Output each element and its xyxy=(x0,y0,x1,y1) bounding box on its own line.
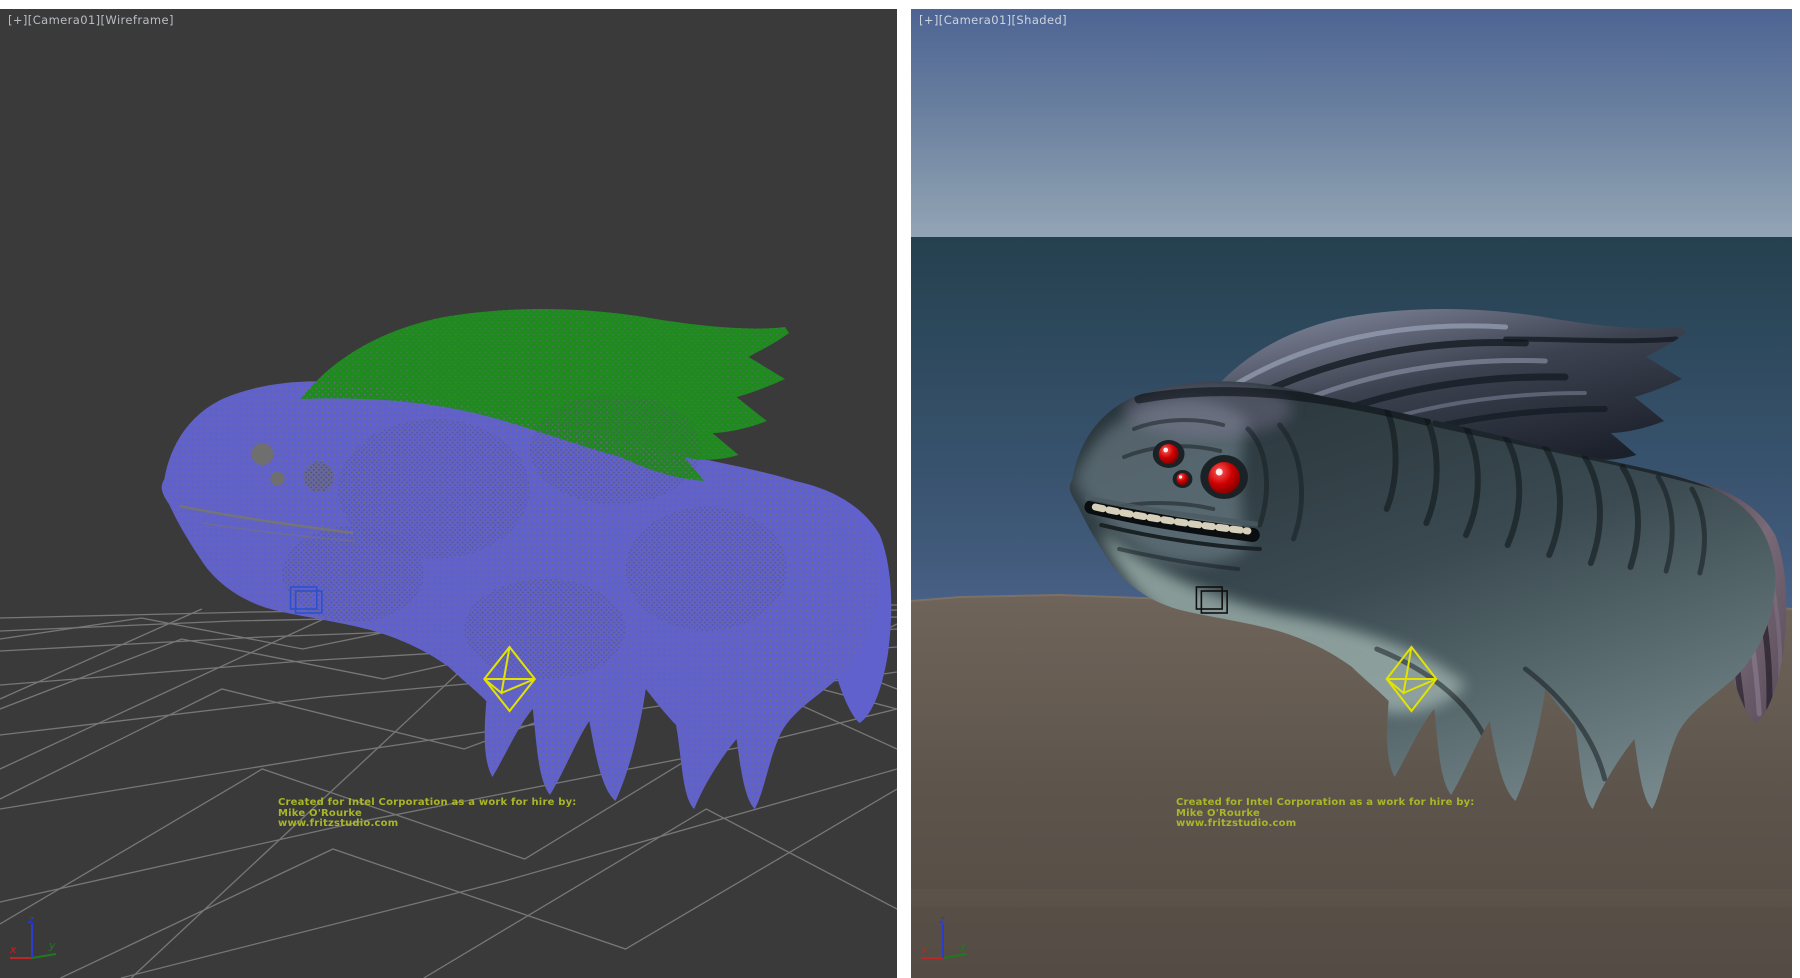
watermark-line1: Created for Intel Corporation as a work … xyxy=(1176,798,1476,809)
wireframe-scene-canvas[interactable] xyxy=(0,9,897,978)
watermark-line3: www.fritzstudio.com xyxy=(1176,819,1476,830)
world-axis-gizmo: x y z xyxy=(6,916,66,968)
axis-z-label: z xyxy=(27,916,34,926)
axis-y-label: y xyxy=(48,939,56,952)
axis-x-label: x xyxy=(9,943,17,956)
axis-y-label: y xyxy=(959,939,967,952)
viewport-label-shaded[interactable]: [+][Camera01][Shaded] xyxy=(919,13,1067,27)
viewport-wireframe[interactable]: [+][Camera01][Wireframe] Created for Int… xyxy=(0,9,897,978)
fish-model-wireframe[interactable] xyxy=(162,309,892,809)
viewport-shaded[interactable]: [+][Camera01][Shaded] Created for Intel … xyxy=(911,9,1792,978)
watermark: Created for Intel Corporation as a work … xyxy=(1176,798,1476,830)
watermark-line1: Created for Intel Corporation as a work … xyxy=(278,798,578,809)
screenshot-frame: [+][Camera01][Wireframe] Created for Int… xyxy=(0,0,1800,978)
watermark-line3: www.fritzstudio.com xyxy=(278,819,578,830)
watermark: Created for Intel Corporation as a work … xyxy=(278,798,578,830)
axis-x-label: x xyxy=(920,943,928,956)
world-axis-gizmo: x y z xyxy=(917,916,977,968)
shaded-scene-canvas[interactable] xyxy=(911,9,1792,978)
sky xyxy=(911,9,1792,237)
axis-z-label: z xyxy=(938,916,945,926)
viewport-label-wireframe[interactable]: [+][Camera01][Wireframe] xyxy=(8,13,174,27)
